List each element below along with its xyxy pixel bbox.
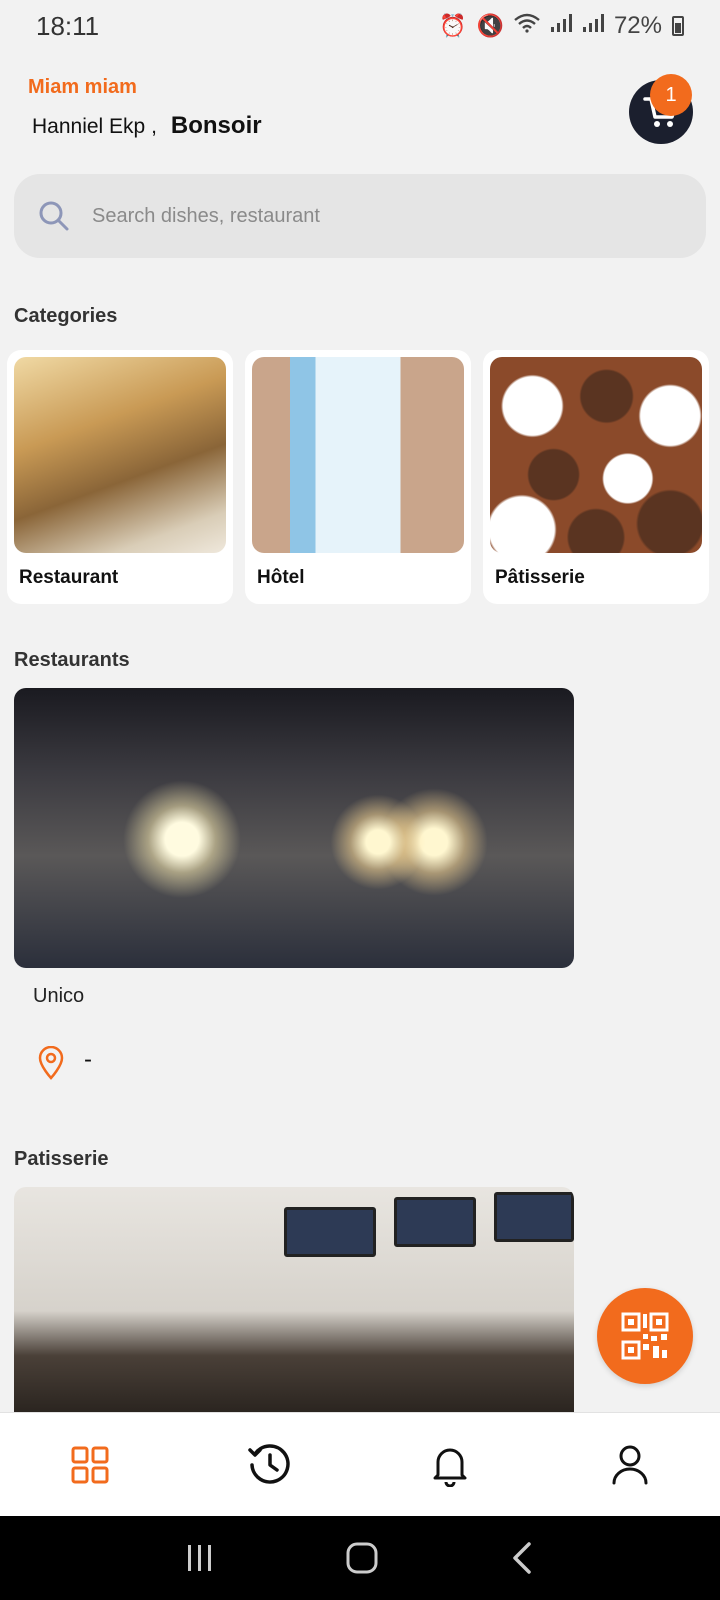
category-image-patisserie [490,357,702,553]
nav-history[interactable] [225,1420,315,1510]
status-icons: ⏰ 🔇 72% [439,12,684,40]
decor-tv [494,1192,574,1242]
cart-count-badge: 1 [650,74,692,116]
mute-icon: 🔇 [476,13,504,38]
home-button-icon[interactable] [345,1541,379,1575]
decor-tv [284,1207,376,1257]
restaurant-card-image[interactable] [14,688,574,968]
category-label: Pâtisserie [495,567,585,588]
category-image-restaurant [14,357,226,553]
signal-icon [550,13,572,39]
greeting-text: Bonsoir [170,112,262,139]
home-grid-icon [71,1446,109,1483]
user-name: Hanniel Ekp , [32,115,157,138]
history-icon [248,1443,290,1484]
search-input[interactable] [92,204,652,228]
system-nav-bar [0,1516,720,1600]
recent-apps-icon[interactable] [185,1543,215,1573]
qr-scan-button[interactable] [597,1288,693,1384]
battery-percent: 72% [613,12,662,39]
location-pin-icon [38,1046,64,1080]
patisserie-title: Patisserie [14,1148,109,1170]
category-label: Restaurant [19,567,119,588]
restaurant-name[interactable]: Unico [33,985,84,1008]
brand-name: Miam miam [28,76,137,98]
signal-icon [582,13,604,39]
restaurant-location: - [84,1046,92,1073]
status-bar: 18:11 ⏰ 🔇 72% [0,0,720,52]
decor-tv [394,1197,476,1247]
status-time: 18:11 [36,10,100,41]
categories-title: Categories [14,305,118,327]
battery-icon [672,16,684,36]
search-icon [39,201,69,231]
category-image-hotel [252,357,464,553]
nav-home[interactable] [45,1420,135,1510]
wifi-icon [514,13,540,39]
bell-icon [433,1448,467,1487]
profile-icon [612,1445,648,1484]
patisserie-card-image[interactable] [14,1187,574,1412]
restaurants-title: Restaurants [14,649,130,671]
bottom-nav [0,1412,720,1516]
category-card-hotel[interactable]: Hôtel [245,350,471,604]
greeting: Hanniel Ekp , Bonsoir [32,112,262,140]
nav-notifications[interactable] [405,1420,495,1510]
search-bar[interactable] [14,174,706,258]
qr-code-icon [621,1312,669,1360]
category-card-restaurant[interactable]: Restaurant [7,350,233,604]
alarm-icon: ⏰ [439,13,467,38]
back-icon[interactable] [509,1541,535,1575]
category-card-patisserie[interactable]: Pâtisserie [483,350,709,604]
category-label: Hôtel [257,567,305,588]
nav-profile[interactable] [585,1420,675,1510]
